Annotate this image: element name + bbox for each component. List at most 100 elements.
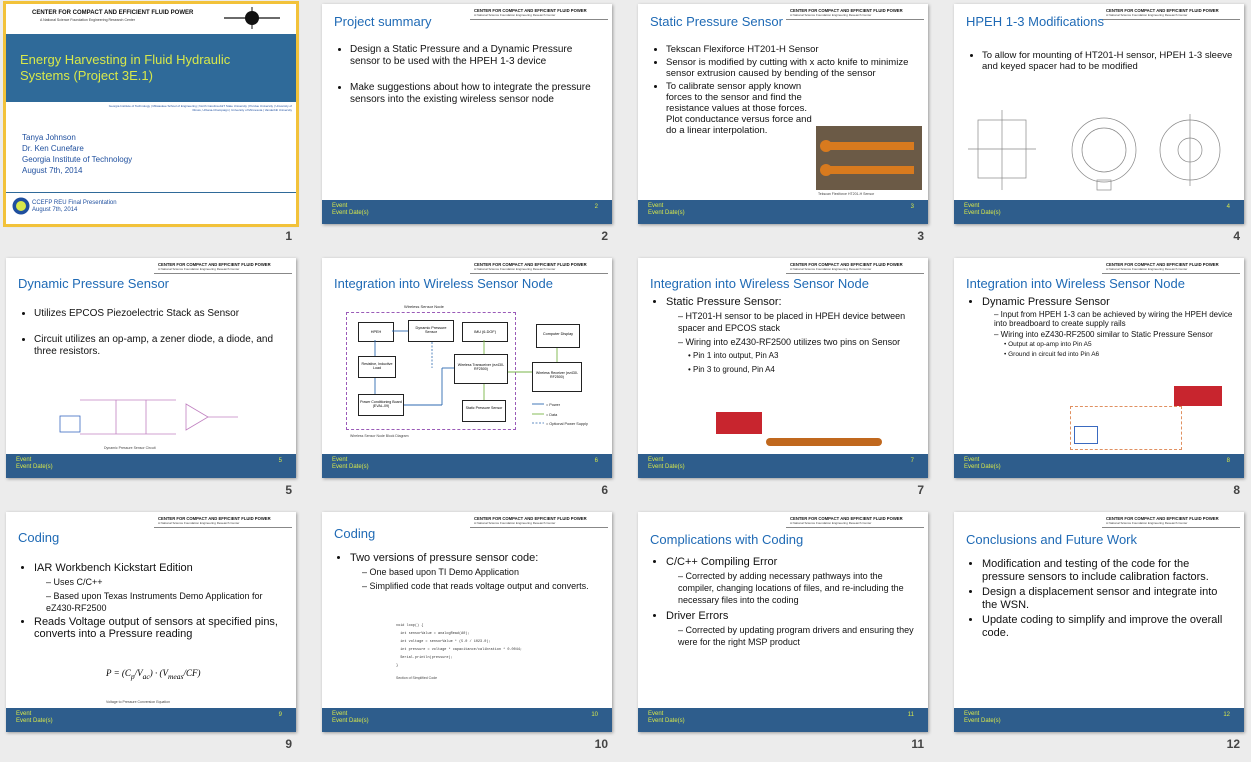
slide-thumb-7[interactable]: CENTER FOR COMPACT AND EFFICIENT FLUID P…: [632, 254, 942, 508]
fluid-power-logo-icon: [224, 7, 280, 29]
header-center-sub: A National Science Foundation Engineerin…: [474, 521, 556, 525]
slide-thumb-3[interactable]: CENTER FOR COMPACT AND EFFICIENT FLUID P…: [632, 0, 942, 254]
slide-number: 9: [285, 737, 292, 751]
bullet: Design a Static Pressure and a Dynamic P…: [350, 44, 602, 68]
ez430-board-image: [716, 412, 762, 434]
bullet: Make suggestions about how to integrate …: [350, 82, 602, 106]
bullet: Dynamic Pressure Sensor: [982, 296, 1234, 308]
sub-bullet: Corrected by adding necessary pathways i…: [678, 570, 918, 606]
sub-bullet: Input from HPEH 1-3 can be achieved by w…: [994, 310, 1234, 328]
slide-thumb-6[interactable]: CENTER FOR COMPACT AND EFFICIENT FLUID P…: [316, 254, 626, 508]
slide-thumb-9[interactable]: CENTER FOR COMPACT AND EFFICIENT FLUID P…: [0, 508, 310, 762]
footer-page-number: 10: [591, 712, 598, 718]
presentation-title: Energy Harvesting in Fluid Hydraulic Sys…: [20, 52, 231, 83]
slide-number: 2: [601, 229, 608, 243]
footer-event: Event: [964, 457, 980, 463]
sub-sub-bullet: Pin 1 into output, Pin A3: [688, 350, 918, 362]
slide-thumb-1[interactable]: CENTER FOR COMPACT AND EFFICIENT FLUID P…: [0, 0, 310, 254]
bullet: Reads Voltage output of sensors at speci…: [34, 616, 286, 640]
slide-thumb-8[interactable]: CENTER FOR COMPACT AND EFFICIENT FLUID P…: [948, 254, 1251, 508]
footer-event-date: Event Date(s): [648, 464, 685, 470]
image-caption: Tekscan Flexiforce HT201-H Sensor: [818, 192, 875, 196]
slide-number: 3: [917, 229, 924, 243]
footer-event: Event: [16, 711, 32, 717]
footer-event-date: Event Date(s): [16, 464, 53, 470]
legend-optional: = Optional Power Supply: [546, 422, 588, 426]
slide-title: Integration into Wireless Sensor Node: [650, 276, 869, 291]
footer-event-date: Event Date(s): [648, 210, 685, 216]
nsf-logo-icon: [12, 197, 30, 215]
slide-number: 4: [1233, 229, 1240, 243]
flexiforce-sensor-image: [766, 438, 882, 446]
logo-subtitle: A National Science Foundation Engineerin…: [40, 18, 135, 22]
bullet: To calibrate sensor apply known forces t…: [666, 81, 816, 136]
header-center-sub: A National Science Foundation Engineerin…: [474, 13, 556, 17]
footer-event-date: Event Date(s): [332, 210, 369, 216]
slide-title: Integration into Wireless Sensor Node: [966, 276, 1185, 291]
bullet: To allow for mounting of HT201-H sensor,…: [982, 50, 1234, 72]
sub-bullet: Wiring into eZ430-RF2500 utilizes two pi…: [678, 336, 918, 348]
slide-thumb-2[interactable]: CENTER FOR COMPACT AND EFFICIENT FLUID P…: [316, 0, 626, 254]
institutions-line: Georgia Institute of Technology | Milwau…: [108, 104, 292, 112]
slide-title: Project summary: [334, 14, 432, 29]
footer-event: Event: [648, 711, 664, 717]
footer-event-date: Event Date(s): [648, 718, 685, 724]
image-caption: Section of Simplified Code: [396, 676, 438, 680]
slide-thumb-5[interactable]: CENTER FOR COMPACT AND EFFICIENT FLUID P…: [0, 254, 310, 508]
bullet: Design a displacement sensor and integra…: [982, 586, 1234, 612]
institution-name: Georgia Institute of Technology: [22, 155, 133, 164]
footer-page-number: 7: [910, 458, 914, 464]
image-caption: Voltage to Pressure Conversion Equation: [106, 700, 171, 704]
legend-power: = Power: [546, 403, 561, 407]
logo-title: CENTER FOR COMPACT AND EFFICIENT FLUID P…: [32, 10, 194, 16]
slide-title: Dynamic Pressure Sensor: [18, 276, 169, 291]
advisor-name: Dr. Ken Cunefare: [22, 144, 84, 153]
footer-event-date: Event Date(s): [16, 718, 53, 724]
code-snippet: void loop() { int sensorValue = analogRe…: [396, 624, 523, 668]
slide-title: HPEH 1-3 Modifications: [966, 14, 1104, 29]
footer-page-number: 6: [594, 458, 598, 464]
bullet: Update coding to simplify and improve th…: [982, 614, 1234, 640]
sensor-photo: [816, 126, 922, 190]
sub-sub-bullet: Pin 3 to ground, Pin A4: [688, 364, 918, 376]
sub-sub-bullet: Output at op-amp into Pin A5: [1004, 341, 1234, 349]
header-center-sub: A National Science Foundation Engineerin…: [158, 521, 240, 525]
sub-bullet: Simplified code that reads voltage outpu…: [362, 580, 602, 592]
footer-page-number: 5: [278, 458, 282, 464]
event-date: August 7th, 2014: [32, 207, 78, 213]
legend-data: = Data: [546, 412, 558, 417]
footer-event-date: Event Date(s): [964, 210, 1001, 216]
sub-bullet: Based upon Texas Instruments Demo Applic…: [46, 590, 286, 614]
footer-event: Event: [332, 457, 348, 463]
cad-drawings-image: [968, 110, 1221, 191]
header-center-sub: A National Science Foundation Engineerin…: [790, 521, 872, 525]
slide-thumb-4[interactable]: CENTER FOR COMPACT AND EFFICIENT FLUID P…: [948, 0, 1251, 254]
slide-title: Static Pressure Sensor: [650, 14, 783, 29]
footer-event: Event: [964, 711, 980, 717]
header-center-sub: A National Science Foundation Engineerin…: [1106, 13, 1188, 17]
sub-bullet: Corrected by updating program drivers an…: [678, 624, 918, 648]
footer-page-number: 4: [1226, 204, 1230, 210]
footer-page-number: 12: [1223, 712, 1230, 718]
slide-thumb-12[interactable]: CENTER FOR COMPACT AND EFFICIENT FLUID P…: [948, 508, 1251, 762]
bullet: C/C++ Compiling Error: [666, 556, 918, 568]
bullet: Tekscan Flexiforce HT201-H Sensor: [666, 44, 918, 55]
slide-number: 6: [601, 483, 608, 497]
header-center-sub: A National Science Foundation Engineerin…: [790, 267, 872, 271]
slide-title: Conclusions and Future Work: [966, 532, 1138, 547]
footer-page-number: 8: [1226, 458, 1230, 464]
image-caption: Wireless Sensor Node Block Diagram: [350, 434, 409, 438]
sub-bullet: One based upon TI Demo Application: [362, 566, 602, 578]
slide-thumb-10[interactable]: CENTER FOR COMPACT AND EFFICIENT FLUID P…: [316, 508, 626, 762]
header-center-sub: A National Science Foundation Engineerin…: [158, 267, 240, 271]
header-center-sub: A National Science Foundation Engineerin…: [1106, 267, 1188, 271]
slide-number: 11: [911, 737, 924, 751]
bullet: Two versions of pressure sensor code:: [350, 552, 602, 564]
bullet: Sensor is modified by cutting with x act…: [666, 57, 918, 79]
conversion-equation: P = (Cp/Vac) · (Vmeas/CF): [106, 668, 201, 681]
event-name: CCEFP REU Final Presentation: [32, 200, 117, 206]
presentation-date: August 7th, 2014: [22, 166, 83, 175]
footer-page-number: 11: [907, 712, 914, 718]
slide-thumb-11[interactable]: CENTER FOR COMPACT AND EFFICIENT FLUID P…: [632, 508, 942, 762]
slide-number: 12: [1226, 737, 1240, 751]
